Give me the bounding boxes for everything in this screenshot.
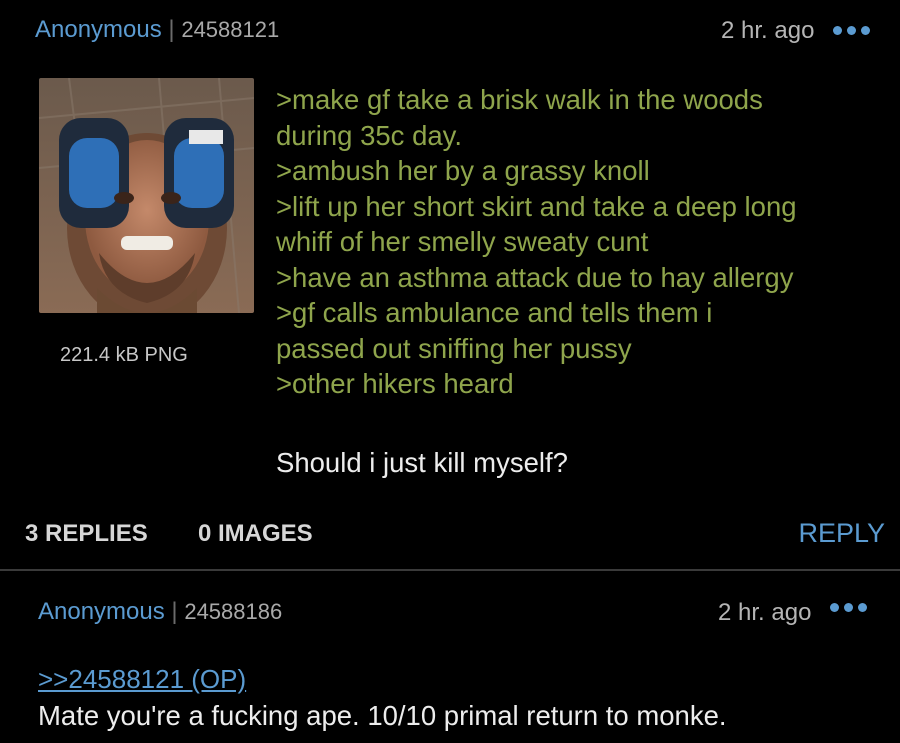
greentext-line: >lift up her short skirt and take a deep… [276, 190, 797, 222]
quote-link[interactable]: >>24588121 (OP) [38, 664, 246, 695]
original-post: Anonymous | 24588121 2 hr. ago 221.4 kB … [0, 0, 900, 570]
header-separator: | [168, 16, 175, 43]
greentext-line: >gf calls ambulance and tells them i [276, 297, 713, 328]
post-image-thumbnail[interactable] [39, 78, 254, 313]
reply-more-options-icon[interactable] [830, 603, 867, 612]
post-body: >make gf take a brisk walk in the woods … [276, 82, 886, 402]
greentext-line: whiff of her smelly sweaty cunt [276, 226, 649, 257]
greentext-line: during 35c day. [276, 119, 463, 151]
greentext-line: passed out sniffing her pussy [276, 332, 632, 364]
file-info: 221.4 kB PNG [60, 344, 188, 366]
poster-name[interactable]: Anonymous [35, 16, 162, 43]
images-count[interactable]: 0 IMAGES [198, 520, 313, 548]
reply-timestamp: 2 hr. ago [718, 599, 812, 626]
poster-header: Anonymous | 24588121 [35, 16, 279, 44]
post-number[interactable]: 24588121 [181, 17, 279, 42]
reply-post-number[interactable]: 24588186 [184, 599, 282, 624]
greentext-line: >other hikers heard [276, 368, 514, 399]
post-divider [0, 569, 900, 571]
post-timestamp: 2 hr. ago [721, 17, 815, 44]
greentext-line: >have an asthma attack due to hay allerg… [276, 261, 794, 293]
reply-body: Mate you're a fucking ape. 10/10 primal … [38, 700, 727, 731]
greentext-line: >make gf take a brisk walk in the woods [276, 84, 763, 115]
reply-header: Anonymous | 24588186 [38, 598, 282, 626]
reply-button[interactable]: REPLY [798, 518, 885, 549]
replies-count[interactable]: 3 REPLIES [25, 520, 148, 548]
reply-poster-name[interactable]: Anonymous [38, 598, 165, 625]
more-options-icon[interactable] [833, 26, 870, 35]
greentext-line: >ambush her by a grassy knoll [276, 155, 650, 186]
reply-header-separator: | [171, 598, 178, 625]
post-question: Should i just kill myself? [276, 447, 568, 478]
